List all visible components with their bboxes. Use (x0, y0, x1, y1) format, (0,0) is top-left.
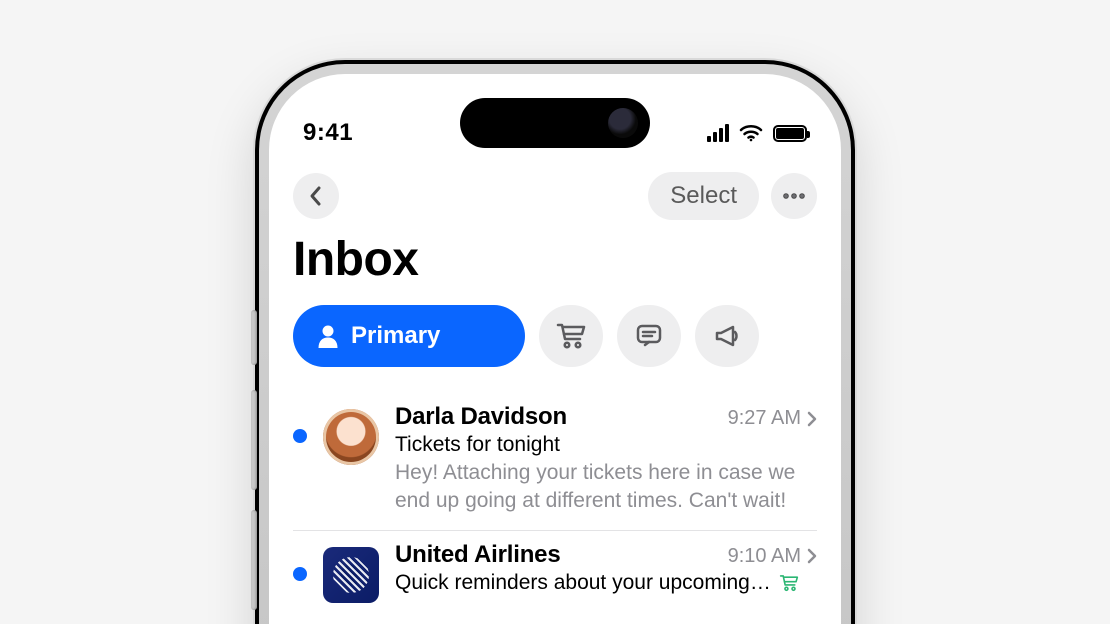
message-time: 9:27 AM (728, 407, 801, 430)
message-item[interactable]: United Airlines 9:10 AM Quick reminders … (293, 531, 817, 617)
unread-indicator (293, 567, 307, 581)
avatar (323, 547, 379, 603)
megaphone-icon (713, 323, 741, 349)
phone-frame: 9:41 (255, 60, 855, 624)
select-button[interactable]: Select (648, 172, 759, 220)
screen: 9:41 (269, 74, 841, 624)
message-preview: Hey! Attaching your tickets here in case… (395, 459, 817, 516)
category-filters: Primary (293, 305, 817, 367)
cellular-icon (707, 124, 729, 142)
status-bar: 9:41 (269, 74, 841, 164)
sender-name: United Airlines (395, 541, 560, 569)
nav-bar: Select (293, 166, 817, 230)
filter-updates[interactable] (617, 305, 681, 367)
status-time: 9:41 (303, 119, 353, 147)
sender-name: Darla Davidson (395, 403, 567, 431)
battery-icon (773, 125, 807, 142)
chevron-right-icon (807, 548, 817, 564)
transactions-badge-icon (779, 574, 799, 592)
chat-icon (635, 323, 663, 349)
message-time: 9:10 AM (728, 545, 801, 568)
phone-volume-up (251, 390, 257, 490)
more-button[interactable] (771, 173, 817, 219)
phone-side-button (251, 310, 257, 365)
unread-indicator (293, 429, 307, 443)
person-icon (317, 324, 339, 348)
ellipsis-icon (783, 193, 805, 199)
phone-volume-down (251, 510, 257, 610)
filter-primary[interactable]: Primary (293, 305, 525, 367)
message-list: Darla Davidson 9:27 AM Tickets for tonig… (293, 393, 817, 617)
chevron-left-icon (307, 185, 325, 207)
cart-icon (556, 322, 586, 350)
avatar (323, 409, 379, 465)
back-button[interactable] (293, 173, 339, 219)
chevron-right-icon (807, 411, 817, 427)
filter-promotions[interactable] (695, 305, 759, 367)
message-subject: Tickets for tonight (395, 433, 817, 457)
wifi-icon (739, 124, 763, 142)
filter-transactions[interactable] (539, 305, 603, 367)
message-subject: Quick reminders about your upcoming… (395, 571, 817, 595)
filter-primary-label: Primary (351, 322, 440, 350)
status-indicators (707, 124, 807, 142)
message-item[interactable]: Darla Davidson 9:27 AM Tickets for tonig… (293, 393, 817, 531)
page-title: Inbox (293, 232, 817, 287)
